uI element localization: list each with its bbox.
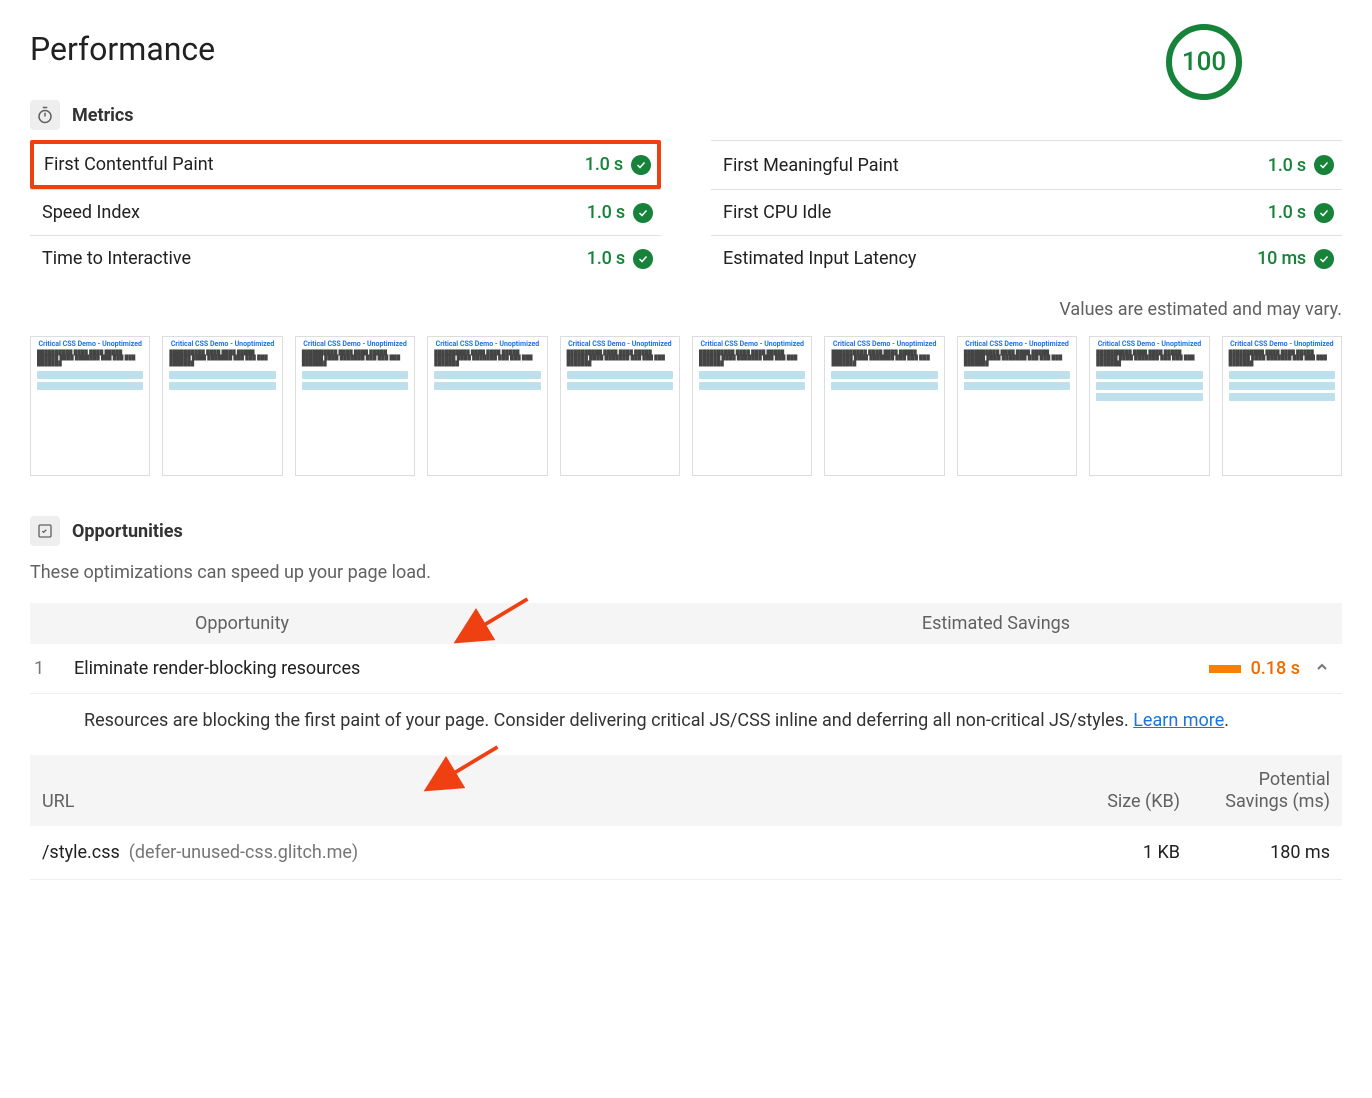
resource-savings: 180 ms bbox=[1180, 842, 1330, 863]
metric-value: 10 ms bbox=[1257, 248, 1306, 269]
opportunity-name: Eliminate render-blocking resources bbox=[74, 658, 1209, 679]
metric-label: Time to Interactive bbox=[42, 248, 191, 269]
filmstrip-frame: Critical CSS Demo - Unoptimized ████████… bbox=[824, 336, 944, 476]
filmstrip-frame: Critical CSS Demo - Unoptimized ████████… bbox=[427, 336, 547, 476]
metric-row[interactable]: Time to Interactive 1.0 s bbox=[30, 235, 661, 281]
filmstrip-frame: Critical CSS Demo - Unoptimized ████████… bbox=[560, 336, 680, 476]
potential-savings-column-header: PotentialSavings (ms) bbox=[1180, 769, 1330, 812]
check-icon bbox=[1314, 155, 1334, 175]
metric-label: Speed Index bbox=[42, 202, 140, 223]
savings-bar bbox=[1209, 665, 1241, 673]
metric-row[interactable]: Speed Index 1.0 s bbox=[30, 189, 661, 235]
filmstrip-frame: Critical CSS Demo - Unoptimized ████████… bbox=[1089, 336, 1209, 476]
metric-label: First CPU Idle bbox=[723, 202, 831, 223]
metrics-section-title: Metrics bbox=[72, 105, 134, 126]
metric-value: 1.0 s bbox=[1268, 202, 1306, 223]
metric-row[interactable]: First CPU Idle 1.0 s bbox=[711, 189, 1342, 235]
metric-row[interactable]: First Contentful Paint 1.0 s bbox=[30, 140, 661, 189]
opportunity-column-header: Opportunity bbox=[42, 613, 442, 634]
page-title: Performance bbox=[30, 30, 215, 68]
filmstrip-frame: Critical CSS Demo - Unoptimized ████████… bbox=[295, 336, 415, 476]
chevron-up-icon[interactable] bbox=[1314, 659, 1330, 679]
learn-more-link[interactable]: Learn more bbox=[1133, 710, 1224, 731]
check-icon bbox=[1314, 249, 1334, 269]
metric-value: 1.0 s bbox=[587, 202, 625, 223]
opportunity-index: 1 bbox=[34, 658, 74, 679]
filmstrip-frame: Critical CSS Demo - Unoptimized ████████… bbox=[1222, 336, 1342, 476]
metrics-footnote: Values are estimated and may vary. bbox=[30, 299, 1342, 320]
filmstrip-frame: Critical CSS Demo - Unoptimized ████████… bbox=[162, 336, 282, 476]
savings-column-header: Estimated Savings bbox=[442, 613, 1330, 634]
opportunities-table-header: Opportunity Estimated Savings bbox=[30, 603, 1342, 644]
url-column-header: URL bbox=[42, 791, 1020, 812]
metric-row[interactable]: Estimated Input Latency 10 ms bbox=[711, 235, 1342, 281]
metric-value: 1.0 s bbox=[1268, 155, 1306, 176]
check-icon bbox=[633, 203, 653, 223]
metric-value: 1.0 s bbox=[587, 248, 625, 269]
filmstrip-frame: Critical CSS Demo - Unoptimized ████████… bbox=[30, 336, 150, 476]
size-column-header: Size (KB) bbox=[1020, 791, 1180, 812]
metric-value: 1.0 s bbox=[585, 154, 623, 175]
resource-table-header: URL Size (KB) PotentialSavings (ms) bbox=[30, 755, 1342, 826]
metric-label: First Meaningful Paint bbox=[723, 155, 899, 176]
opportunity-row[interactable]: 1 Eliminate render-blocking resources 0.… bbox=[30, 644, 1342, 694]
metric-row[interactable]: First Meaningful Paint 1.0 s bbox=[711, 140, 1342, 189]
performance-score: 100 bbox=[1166, 24, 1242, 100]
resource-size: 1 KB bbox=[1020, 842, 1180, 863]
check-icon bbox=[633, 249, 653, 269]
stopwatch-icon bbox=[30, 100, 60, 130]
metric-label: First Contentful Paint bbox=[44, 154, 214, 175]
resource-row: /style.css (defer-unused-css.glitch.me) … bbox=[30, 826, 1342, 880]
resource-url: /style.css (defer-unused-css.glitch.me) bbox=[42, 842, 1020, 863]
opportunity-description: Resources are blocking the first paint o… bbox=[30, 694, 1342, 755]
metric-label: Estimated Input Latency bbox=[723, 248, 916, 269]
filmstrip-frame: Critical CSS Demo - Unoptimized ████████… bbox=[692, 336, 812, 476]
opportunity-savings: 0.18 s bbox=[1251, 658, 1300, 679]
check-icon bbox=[631, 155, 651, 175]
opportunities-description: These optimizations can speed up your pa… bbox=[30, 562, 1342, 583]
opportunities-icon bbox=[30, 516, 60, 546]
filmstrip-frame: Critical CSS Demo - Unoptimized ████████… bbox=[957, 336, 1077, 476]
check-icon bbox=[1314, 203, 1334, 223]
opportunities-section-title: Opportunities bbox=[72, 521, 183, 542]
